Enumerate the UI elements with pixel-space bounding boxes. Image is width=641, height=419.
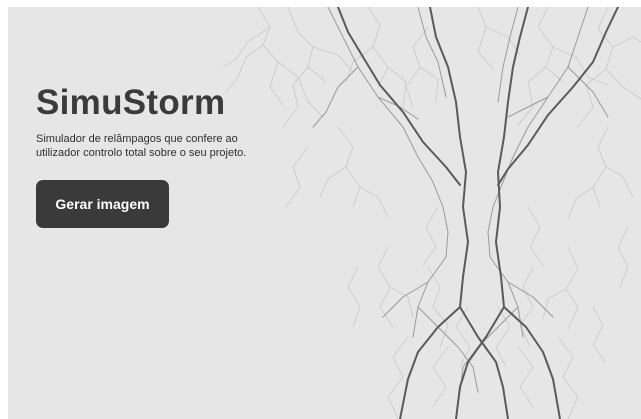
app-description: Simulador de relâmpagos que confere ao u… bbox=[36, 133, 247, 159]
generate-image-button[interactable]: Gerar imagem bbox=[36, 180, 169, 228]
hero-content: SimuStorm Simulador de relâmpagos que co… bbox=[36, 83, 296, 160]
hero-section: SimuStorm Simulador de relâmpagos que co… bbox=[8, 7, 641, 419]
app-title: SimuStorm bbox=[36, 83, 226, 122]
